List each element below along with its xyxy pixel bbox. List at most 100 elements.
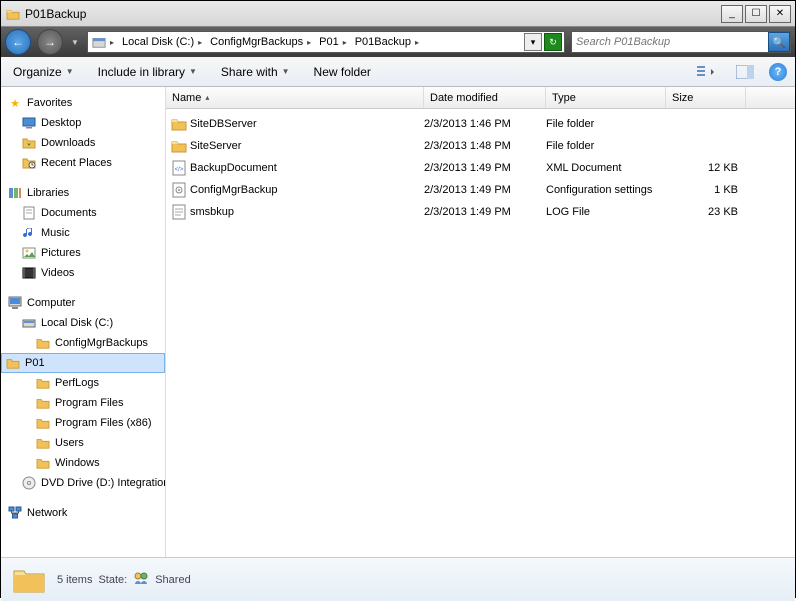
tree-programfiles[interactable]: Program Files [1, 393, 165, 413]
file-name: SiteDBServer [188, 118, 424, 130]
forward-button[interactable]: → [37, 29, 63, 55]
back-button[interactable]: ← [5, 29, 31, 55]
file-type: File folder [546, 140, 666, 152]
new-folder-button[interactable]: New folder [310, 62, 375, 82]
file-type: LOG File [546, 206, 666, 218]
tree-dvd[interactable]: DVD Drive (D:) Integration [1, 473, 165, 493]
file-size: 23 KB [666, 206, 742, 218]
tree-configmgrbackups[interactable]: ConfigMgrBackups [1, 333, 165, 353]
folder-icon [35, 395, 51, 411]
music-icon [21, 225, 37, 241]
col-size[interactable]: Size [666, 87, 746, 108]
folder-icon [35, 335, 51, 351]
tree-videos[interactable]: Videos [1, 263, 165, 283]
tree-desktop[interactable]: Desktop [1, 113, 165, 133]
state-value: Shared [155, 574, 190, 586]
file-date: 2/3/2013 1:49 PM [424, 162, 546, 174]
breadcrumb-label: Local Disk (C:) [122, 36, 194, 48]
col-date[interactable]: Date modified [424, 87, 546, 108]
file-row[interactable]: SiteServer2/3/2013 1:48 PMFile folder [166, 135, 795, 157]
tree-music[interactable]: Music [1, 223, 165, 243]
refresh-button[interactable]: ↻ [544, 33, 562, 51]
disc-icon [21, 475, 37, 491]
folder-icon [35, 455, 51, 471]
videos-icon [21, 265, 37, 281]
maximize-button[interactable]: ☐ [745, 5, 767, 23]
breadcrumb-item[interactable]: P01▸ [317, 32, 351, 52]
tree-p01[interactable]: P01 [1, 353, 165, 373]
navbar: ← → ▼ ▸ Local Disk (C:)▸ ConfigMgrBackup… [1, 27, 795, 57]
breadcrumb-item[interactable]: Local Disk (C:)▸ [120, 32, 206, 52]
log-icon [170, 204, 188, 220]
status-bar: 5 items State: Shared [1, 557, 795, 601]
tree-documents[interactable]: Documents [1, 203, 165, 223]
shared-icon [133, 571, 149, 588]
search-box: 🔍 [571, 31, 791, 53]
desktop-icon [21, 115, 37, 131]
content-body: ★Favorites Desktop Downloads Recent Plac… [1, 87, 795, 557]
include-library-button[interactable]: Include in library▼ [94, 62, 201, 82]
file-name: ConfigMgrBackup [188, 184, 424, 196]
network-icon [7, 505, 23, 521]
file-name: BackupDocument [188, 162, 424, 174]
file-size: 12 KB [666, 162, 742, 174]
minimize-button[interactable]: _ [721, 5, 743, 23]
address-dropdown[interactable]: ▾ [524, 33, 542, 51]
file-type: Configuration settings [546, 184, 666, 196]
history-dropdown[interactable]: ▼ [69, 30, 81, 54]
tree-network[interactable]: Network [1, 503, 165, 523]
tree-favorites[interactable]: ★Favorites [1, 93, 165, 113]
sort-asc-icon: ▴ [205, 93, 209, 102]
tree-windows[interactable]: Windows [1, 453, 165, 473]
drive-icon [21, 315, 37, 331]
libraries-icon [7, 185, 23, 201]
window-controls: _ ☐ ✕ [721, 5, 791, 23]
tree-libraries[interactable]: Libraries [1, 183, 165, 203]
breadcrumb-label: P01 [319, 36, 339, 48]
computer-icon [7, 295, 23, 311]
toolbar: Organize▼ Include in library▼ Share with… [1, 57, 795, 87]
breadcrumb-root-icon[interactable]: ▸ [90, 32, 118, 52]
nav-tree: ★Favorites Desktop Downloads Recent Plac… [1, 87, 166, 557]
window-title: P01Backup [25, 7, 721, 21]
tree-recent[interactable]: Recent Places [1, 153, 165, 173]
view-options-button[interactable] [693, 62, 721, 82]
close-button[interactable]: ✕ [769, 5, 791, 23]
col-name[interactable]: Name▴ [166, 87, 424, 108]
share-with-button[interactable]: Share with▼ [217, 62, 294, 82]
search-input[interactable] [572, 36, 768, 48]
help-button[interactable]: ? [769, 63, 787, 81]
file-date: 2/3/2013 1:49 PM [424, 206, 546, 218]
tree-downloads[interactable]: Downloads [1, 133, 165, 153]
titlebar: P01Backup _ ☐ ✕ [1, 1, 795, 27]
col-type[interactable]: Type [546, 87, 666, 108]
breadcrumb-label: P01Backup [355, 36, 411, 48]
tree-users[interactable]: Users [1, 433, 165, 453]
breadcrumb-item[interactable]: ConfigMgrBackups▸ [208, 32, 315, 52]
tree-perflogs[interactable]: PerfLogs [1, 373, 165, 393]
search-button[interactable]: 🔍 [768, 32, 790, 52]
recent-icon [21, 155, 37, 171]
breadcrumb-label: ConfigMgrBackups [210, 36, 303, 48]
preview-pane-button[interactable] [731, 62, 759, 82]
tree-computer[interactable]: Computer [1, 293, 165, 313]
xml-icon: </> [170, 160, 188, 176]
organize-button[interactable]: Organize▼ [9, 62, 78, 82]
tree-programfiles86[interactable]: Program Files (x86) [1, 413, 165, 433]
tree-pictures[interactable]: Pictures [1, 243, 165, 263]
file-row[interactable]: </>BackupDocument2/3/2013 1:49 PMXML Doc… [166, 157, 795, 179]
file-row[interactable]: ConfigMgrBackup2/3/2013 1:49 PMConfigura… [166, 179, 795, 201]
state-label: State: [98, 574, 127, 586]
folder-icon [35, 435, 51, 451]
ini-icon [170, 182, 188, 198]
file-row[interactable]: SiteDBServer2/3/2013 1:46 PMFile folder [166, 113, 795, 135]
svg-text:</>: </> [175, 167, 184, 173]
column-header: Name▴ Date modified Type Size [166, 87, 795, 109]
tree-localdisk[interactable]: Local Disk (C:) [1, 313, 165, 333]
status-text: 5 items State: Shared [57, 571, 191, 588]
file-date: 2/3/2013 1:49 PM [424, 184, 546, 196]
file-date: 2/3/2013 1:48 PM [424, 140, 546, 152]
breadcrumb-item[interactable]: P01Backup▸ [353, 32, 423, 52]
file-row[interactable]: smsbkup2/3/2013 1:49 PMLOG File23 KB [166, 201, 795, 223]
address-bar[interactable]: ▸ Local Disk (C:)▸ ConfigMgrBackups▸ P01… [87, 31, 565, 53]
